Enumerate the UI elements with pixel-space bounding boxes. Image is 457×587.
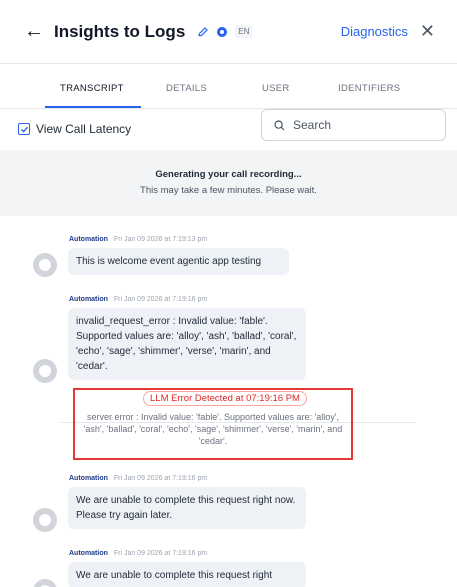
globe-icon <box>217 26 228 37</box>
avatar <box>33 508 57 532</box>
view-call-latency-label: View Call Latency <box>36 122 132 136</box>
recording-notice: Generating your call recording... This m… <box>0 150 457 216</box>
message-author: Automation <box>69 475 108 482</box>
message-time: Fri Jan 09 2026 at 7:19:13 pm <box>113 236 208 243</box>
search-icon <box>274 119 285 130</box>
message-author: Automation <box>69 236 108 243</box>
notice-title: Generating your call recording... <box>155 169 302 180</box>
header-status-icons: EN <box>197 25 253 38</box>
message-meta: Automation Fri Jan 09 2026 at 7:19:13 pm <box>69 236 207 243</box>
notice-subtitle: This may take a few minutes. Please wait… <box>140 185 317 196</box>
llm-error-detail: server error : Invalid value: 'fable'. S… <box>83 412 343 446</box>
message-bubble: We are unable to complete this request r… <box>68 487 306 529</box>
edit-icon[interactable] <box>197 26 209 38</box>
message-time: Fri Jan 09 2026 at 7:19:16 pm <box>113 475 208 482</box>
message-bubble: invalid_request_error : Invalid value: '… <box>68 308 306 380</box>
checkbox-checked-icon[interactable] <box>18 123 30 135</box>
search-box[interactable] <box>261 109 446 141</box>
llm-error-badge: LLM Error Detected at 07:19:16 PM <box>143 391 307 406</box>
back-arrow-icon[interactable]: ← <box>24 20 52 43</box>
view-call-latency-toggle[interactable]: View Call Latency <box>18 122 131 136</box>
tab-identifiers[interactable]: IDENTIFIERS <box>338 83 400 94</box>
avatar <box>33 579 57 587</box>
message-meta: Automation Fri Jan 09 2026 at 7:19:16 pm <box>69 296 207 303</box>
avatar <box>33 359 57 383</box>
avatar <box>33 253 57 277</box>
search-input[interactable] <box>293 118 433 132</box>
message-bubble: This is welcome event agentic app testin… <box>68 248 289 275</box>
message-time: Fri Jan 09 2026 at 7:19:16 pm <box>113 296 208 303</box>
message-bubble: We are unable to complete this request r… <box>68 562 306 587</box>
diagnostics-link[interactable]: Diagnostics <box>341 24 408 39</box>
message-author: Automation <box>69 550 108 557</box>
tab-details[interactable]: DETAILS <box>166 83 207 94</box>
close-icon[interactable]: ✕ <box>420 21 435 42</box>
page-title: Insights to Logs <box>54 21 186 41</box>
message-meta: Automation Fri Jan 09 2026 at 7:19:16 pm <box>69 550 207 557</box>
message-time: Fri Jan 09 2026 at 7:19:16 pm <box>113 550 208 557</box>
panel-header: ← Insights to Logs EN Diagnostics ✕ <box>0 0 457 64</box>
language-badge: EN <box>235 25 253 38</box>
message-meta: Automation Fri Jan 09 2026 at 7:19:16 pm <box>69 475 207 482</box>
tab-user[interactable]: USER <box>262 83 290 94</box>
message-author: Automation <box>69 296 108 303</box>
tab-bar: TRANSCRIPT DETAILS USER IDENTIFIERS <box>0 76 457 108</box>
tab-transcript[interactable]: TRANSCRIPT <box>60 83 124 94</box>
